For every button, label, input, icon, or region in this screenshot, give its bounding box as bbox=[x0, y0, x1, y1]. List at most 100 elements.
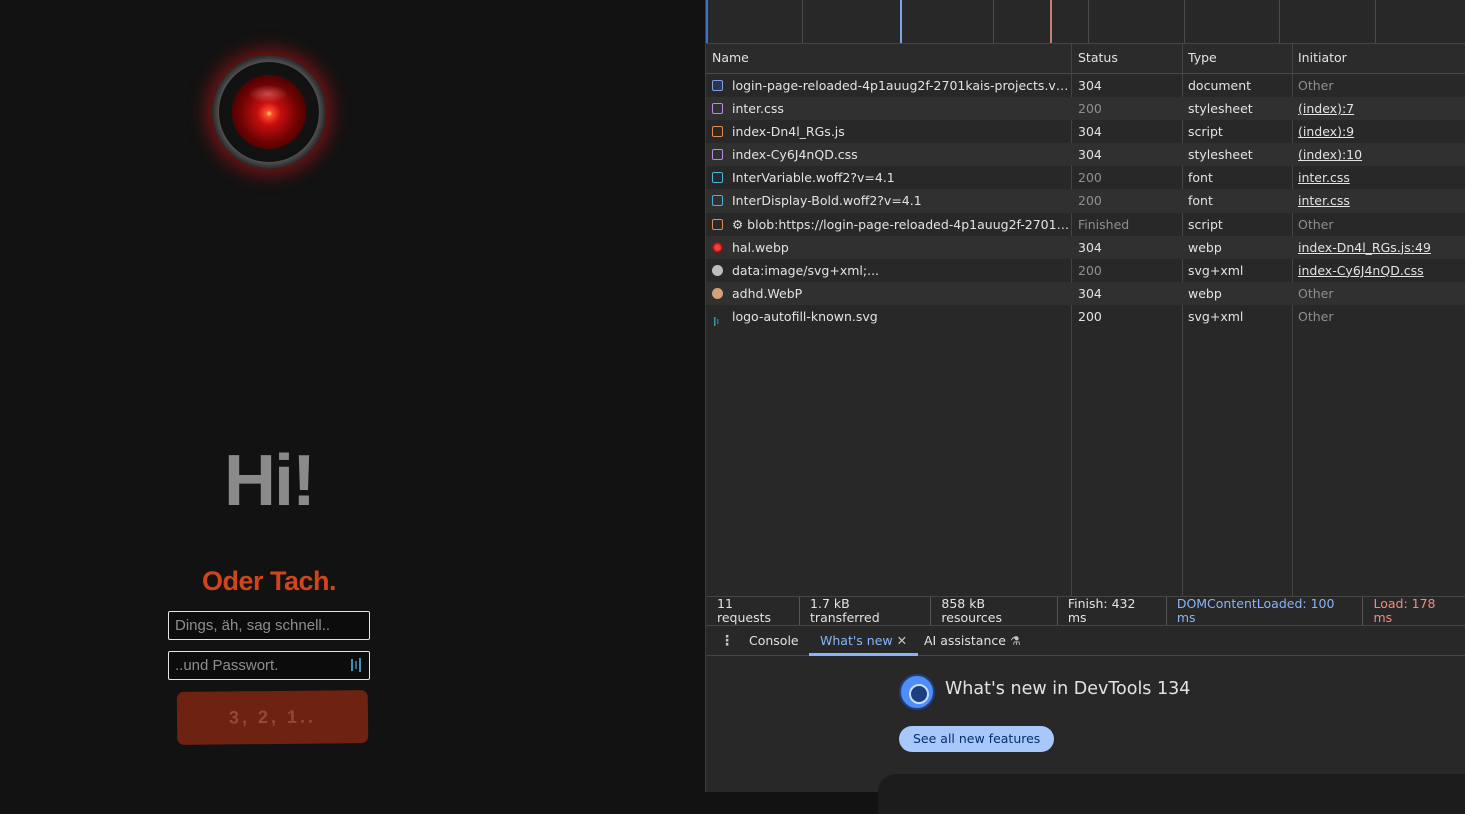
username-input[interactable] bbox=[168, 611, 370, 640]
request-initiator: Other bbox=[1298, 78, 1334, 93]
request-type: font bbox=[1188, 193, 1213, 209]
request-status: 304 bbox=[1078, 239, 1102, 255]
load-marker bbox=[1050, 0, 1052, 43]
tab-console-label: Console bbox=[749, 633, 799, 648]
column-header-type[interactable]: Type bbox=[1182, 44, 1217, 74]
tab-ai-assistance-label: AI assistance bbox=[924, 633, 1006, 648]
request-status: 304 bbox=[1078, 147, 1102, 163]
feature-card bbox=[878, 774, 1465, 814]
table-row[interactable]: inter.css 200 stylesheet (index):7 bbox=[706, 97, 1465, 121]
table-row[interactable]: ⚙ blob:https://login-page-reloaded-4p1au… bbox=[706, 213, 1465, 236]
request-name: adhd.WebP bbox=[732, 285, 803, 301]
request-status: Finished bbox=[1078, 216, 1130, 232]
request-name: hal.webp bbox=[732, 239, 789, 255]
password-input[interactable] bbox=[168, 651, 370, 680]
summary-finish: Finish: 432 ms bbox=[1058, 597, 1167, 625]
column-header-initiator[interactable]: Initiator bbox=[1292, 44, 1347, 74]
request-status: 200 bbox=[1078, 193, 1102, 209]
summary-transferred: 1.7 kB transferred bbox=[800, 597, 932, 625]
request-status: 200 bbox=[1078, 262, 1102, 278]
request-name: InterDisplay-Bold.woff2?v=4.1 bbox=[732, 193, 922, 209]
more-options-icon[interactable]: ⋮ bbox=[720, 633, 734, 649]
drawer-tab-bar: ⋮ Console What's new ✕ AI assistance ⚗ bbox=[706, 626, 1465, 656]
summary-dom-content-loaded: DOMContentLoaded: 100 ms bbox=[1167, 597, 1364, 625]
initiator-link[interactable]: (index):10 bbox=[1298, 147, 1362, 162]
request-type: webp bbox=[1188, 239, 1222, 255]
request-type: svg+xml bbox=[1188, 308, 1244, 324]
tab-ai-assistance[interactable]: AI assistance ⚗ bbox=[924, 626, 1021, 656]
request-type: script bbox=[1188, 124, 1223, 140]
summary-resources: 858 kB resources bbox=[931, 597, 1058, 625]
request-name: index-Cy6J4nQD.css bbox=[732, 147, 858, 163]
request-status: 200 bbox=[1078, 170, 1102, 186]
chrome-logo-icon bbox=[899, 674, 935, 710]
overview-gridline bbox=[1088, 0, 1089, 43]
summary-requests: 11 requests bbox=[717, 597, 801, 625]
password-manager-icon[interactable] bbox=[351, 657, 365, 673]
network-rows: login-page-reloaded-4p1auug2f-2701kais-p… bbox=[706, 74, 1465, 328]
login-page: Hi! Oder Tach. 3, 2, 1.. bbox=[0, 0, 706, 792]
table-row[interactable]: index-Dn4l_RGs.js 304 script (index):9 bbox=[706, 120, 1465, 143]
request-name: login-page-reloaded-4p1auug2f-2701kais-p… bbox=[732, 78, 1070, 93]
initiator-link[interactable]: inter.css bbox=[1298, 193, 1350, 208]
table-row[interactable]: index-Cy6J4nQD.css 304 stylesheet (index… bbox=[706, 143, 1465, 167]
close-icon[interactable]: ✕ bbox=[897, 633, 907, 648]
hal-eye-glare bbox=[248, 85, 288, 103]
column-header-status[interactable]: Status bbox=[1072, 44, 1118, 74]
see-all-features-button[interactable]: See all new features bbox=[899, 726, 1055, 752]
table-row[interactable]: InterDisplay-Bold.woff2?v=4.1 200 font i… bbox=[706, 189, 1465, 213]
table-row[interactable]: adhd.WebP 304 webp Other bbox=[706, 281, 1465, 305]
overview-gridline bbox=[1279, 0, 1280, 43]
dom-content-loaded-marker bbox=[900, 0, 902, 43]
network-request-table: Name Status Type Initiator login-page-re… bbox=[706, 44, 1465, 596]
whats-new-panel: What's new in DevTools 134 See all new f… bbox=[706, 657, 1465, 814]
request-type: svg+xml bbox=[1188, 262, 1244, 278]
table-row[interactable]: logo-autofill-known.svg 200 svg+xml Othe… bbox=[706, 305, 1465, 328]
experiment-flask-icon: ⚗ bbox=[1009, 634, 1021, 648]
request-name: logo-autofill-known.svg bbox=[732, 308, 878, 324]
request-type: document bbox=[1188, 78, 1252, 93]
table-row[interactable]: InterVariable.woff2?v=4.1 200 font inter… bbox=[706, 166, 1465, 189]
request-status: 200 bbox=[1078, 308, 1102, 324]
subtitle-heading: Oder Tach. bbox=[201, 566, 337, 596]
request-type: font bbox=[1188, 170, 1213, 186]
request-name: data:image/svg+xml;... bbox=[732, 262, 880, 278]
request-status: 304 bbox=[1078, 78, 1102, 93]
network-summary-bar: 11 requests 1.7 kB transferred 858 kB re… bbox=[706, 596, 1465, 626]
request-status: 304 bbox=[1078, 124, 1102, 140]
table-row[interactable]: login-page-reloaded-4p1auug2f-2701kais-p… bbox=[706, 74, 1465, 97]
whats-new-title: What's new in DevTools 134 bbox=[945, 679, 1191, 699]
initiator-link[interactable]: (index):7 bbox=[1298, 101, 1354, 116]
overview-gridline bbox=[802, 0, 803, 43]
overview-selection-edge bbox=[706, 0, 708, 43]
tab-whats-new-label: What's new bbox=[820, 633, 893, 648]
submit-button[interactable]: 3, 2, 1.. bbox=[176, 690, 369, 745]
tab-console[interactable]: Console bbox=[749, 626, 799, 656]
request-type: stylesheet bbox=[1188, 147, 1253, 163]
request-type: webp bbox=[1188, 285, 1222, 301]
request-name: inter.css bbox=[732, 101, 784, 117]
initiator-link[interactable]: index-Cy6J4nQD.css bbox=[1298, 263, 1424, 278]
initiator-link[interactable]: index-Dn4l_RGs.js:49 bbox=[1298, 240, 1431, 255]
network-overview-timeline[interactable] bbox=[706, 0, 1465, 44]
initiator-link[interactable]: inter.css bbox=[1298, 170, 1350, 185]
tab-whats-new[interactable]: What's new ✕ bbox=[809, 626, 919, 656]
request-name: index-Dn4l_RGs.js bbox=[732, 124, 845, 140]
overview-gridline bbox=[1375, 0, 1376, 43]
network-table-header: Name Status Type Initiator bbox=[706, 44, 1465, 74]
initiator-link[interactable]: (index):9 bbox=[1298, 124, 1354, 139]
summary-load: Load: 178 ms bbox=[1373, 596, 1436, 625]
request-status: 200 bbox=[1078, 101, 1102, 117]
table-row[interactable]: data:image/svg+xml;... 200 svg+xml index… bbox=[706, 259, 1465, 282]
devtools-panel: Name Status Type Initiator login-page-re… bbox=[705, 0, 1465, 814]
request-type: script bbox=[1188, 216, 1223, 232]
table-row[interactable]: hal.webp 304 webp index-Dn4l_RGs.js:49 bbox=[706, 235, 1465, 259]
overview-gridline bbox=[1184, 0, 1185, 43]
request-initiator: Other bbox=[1298, 216, 1334, 232]
overview-gridline bbox=[993, 0, 994, 43]
request-initiator: Other bbox=[1298, 308, 1334, 324]
request-type: stylesheet bbox=[1188, 101, 1253, 117]
column-header-name[interactable]: Name bbox=[706, 44, 749, 74]
greeting-heading: Hi! bbox=[224, 441, 316, 521]
hal-eye-image bbox=[212, 55, 326, 169]
